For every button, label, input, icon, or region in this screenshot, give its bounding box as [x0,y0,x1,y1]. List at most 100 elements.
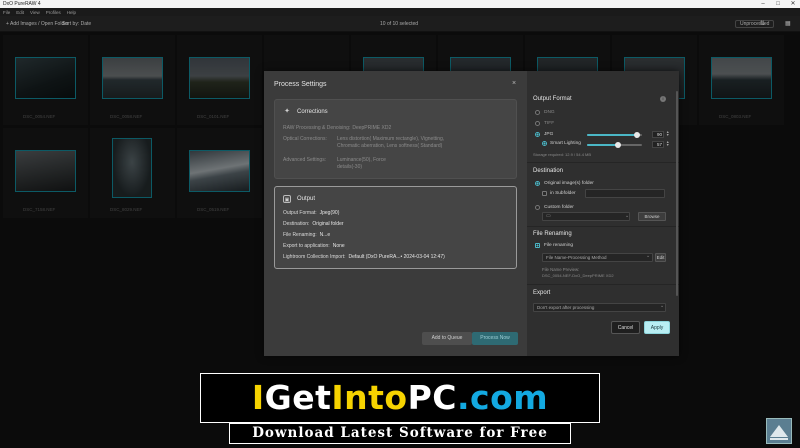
row-value: Original folder [312,221,344,227]
watermark-i: I [251,378,265,417]
filter-dropdown[interactable]: Unprocessed [735,20,775,28]
subfolder-input[interactable] [585,189,665,198]
jpg-quality-input[interactable]: 90 [652,131,664,138]
smart-lighting-input[interactable]: 57 [652,141,664,148]
corrections-card[interactable]: ✦ Corrections RAW Processing & Denoising… [274,99,517,179]
jpg-quality-fill [587,134,637,136]
jpg-label: JPG [544,132,554,137]
smart-lighting-fill [587,144,619,146]
watermark-tagline: Download Latest Software for Free [229,423,571,444]
row-key: Lightroom Collection Import: [283,254,346,260]
add-to-queue-button[interactable]: Add to Queue [422,332,472,345]
export-title: Export [533,290,551,296]
sparkle-icon: ✦ [284,108,290,115]
watermark-get: Get [264,378,332,417]
subfolder-label: in Subfolder [550,191,576,196]
output-row: File Renaming: N...e [283,232,330,239]
smart-lighting-slider[interactable] [587,142,642,148]
row-value: Default (DxO PureRA...• 2024-03-04 12:47… [348,254,445,260]
output-row: Destination: Original folder [283,221,344,228]
edit-button[interactable]: Edit [655,253,666,262]
menu-file[interactable]: File [3,10,10,15]
cancel-button[interactable]: Cancel [611,321,640,334]
help-icon[interactable]: i [660,96,666,102]
watermark-pc: PC [407,378,457,417]
custom-folder-input[interactable] [542,212,630,221]
row-key: File Renaming: [283,232,317,238]
subfolder-checkbox[interactable] [542,191,547,196]
minimize-button[interactable]: – [756,0,770,8]
menu-profiles[interactable]: Profiles [46,10,61,15]
row-key: Advanced Settings: [283,157,327,163]
watermark-logo-text: IGetIntoPC.com [201,374,599,421]
output-format-title: Output Format [533,96,572,102]
settings-scrollbar[interactable] [676,91,678,296]
row-key: Output Format: [283,210,317,216]
corrections-row: Advanced Settings: Luminance(50), Force … [283,157,407,170]
output-title: Output [297,196,316,202]
folder-icon: ▭ [546,214,551,219]
close-window-button[interactable]: ✕ [786,0,800,8]
process-now-button[interactable]: Process Now [472,332,518,345]
preview-label: File Name Preview: [542,267,580,272]
apply-button[interactable]: Apply [644,321,670,334]
jpg-quality-knob[interactable] [633,132,640,138]
output-row: Lightroom Collection Import: Default (Dx… [283,254,445,261]
row-key: Optical Corrections: [283,136,327,142]
row-value: Jpeg(90) [319,210,340,216]
menu-help[interactable]: Help [67,10,76,15]
mountain-icon [770,425,788,440]
custom-folder-label: Custom folder [544,205,574,210]
jpg-checkbox[interactable] [535,132,540,137]
browse-button[interactable]: Browse [638,212,666,221]
smart-lighting-checkbox[interactable] [542,141,547,146]
divider [527,162,679,163]
watermark-banner: IGetIntoPC.com [200,373,600,423]
jpg-quality-stepper[interactable]: ▲ ▼ [666,130,669,137]
smart-lighting-label: Smart Lighting [550,141,581,146]
row-key: Destination: [283,221,310,227]
file-renaming-label: File renaming [544,243,574,248]
divider [527,226,679,227]
file-renaming-checkbox[interactable] [535,243,540,248]
sort-icon[interactable]: ⇅ [760,20,765,27]
output-row: Output Format: Jpeg(90) [283,210,339,217]
row-key: RAW Processing & Denoising: [283,125,351,131]
original-folder-label: Original image(s) folder [544,181,594,186]
watermark-into: Into [331,378,408,417]
custom-folder-radio[interactable] [535,205,540,210]
selection-count: 10 of 10 selected [380,21,419,27]
maximize-button[interactable]: □ [771,0,785,8]
jpg-quality-slider[interactable] [587,132,642,138]
chevron-down-icon[interactable]: ⌄ [646,254,650,259]
dng-label: DNG [544,110,555,115]
menu-edit[interactable]: Edit [16,10,24,15]
toolbar: + Add Images / Open Folder Sort by: Date… [0,16,800,32]
grid-view-icon[interactable]: ▦ [785,20,791,27]
output-card[interactable]: ▣ Output Output Format: Jpeg(90) Destina… [274,186,517,269]
smart-lighting-knob[interactable] [615,142,622,148]
dialog-summary-pane: Process Settings × ✦ Corrections RAW Pro… [264,71,527,356]
menu-view[interactable]: View [30,10,40,15]
row-key: Export to application: [283,243,330,249]
divider [527,284,679,285]
image-icon: ▣ [283,195,291,203]
settings-pane: Output Format i DNG TIFF JPG 90 ▲ ▼ Smart… [527,71,679,356]
file-renaming-title: File Renaming [533,231,572,237]
tiff-checkbox[interactable] [535,121,540,126]
corrections-title: Corrections [297,109,328,115]
corrections-row: Optical Corrections: Lens distortion( Ma… [283,136,457,149]
smart-lighting-stepper[interactable]: ▲ ▼ [666,140,669,147]
chevron-down-icon[interactable]: ⌄ [660,304,664,309]
original-folder-radio[interactable] [535,181,540,186]
corner-logo [766,418,792,444]
renaming-pattern-select[interactable]: File Name-Processing Method [542,253,653,262]
process-settings-dialog: Process Settings × ✦ Corrections RAW Pro… [264,71,679,356]
add-images-button[interactable]: + Add Images / Open Folder [6,21,69,27]
dng-checkbox[interactable] [535,110,540,115]
chevron-down-icon[interactable]: ⌄ [625,214,629,219]
export-select[interactable]: Don't export after processing [533,303,666,312]
dialog-close-button[interactable]: × [512,80,516,87]
sort-dropdown[interactable]: Sort by: Date [62,21,91,27]
row-value: None [332,243,345,249]
